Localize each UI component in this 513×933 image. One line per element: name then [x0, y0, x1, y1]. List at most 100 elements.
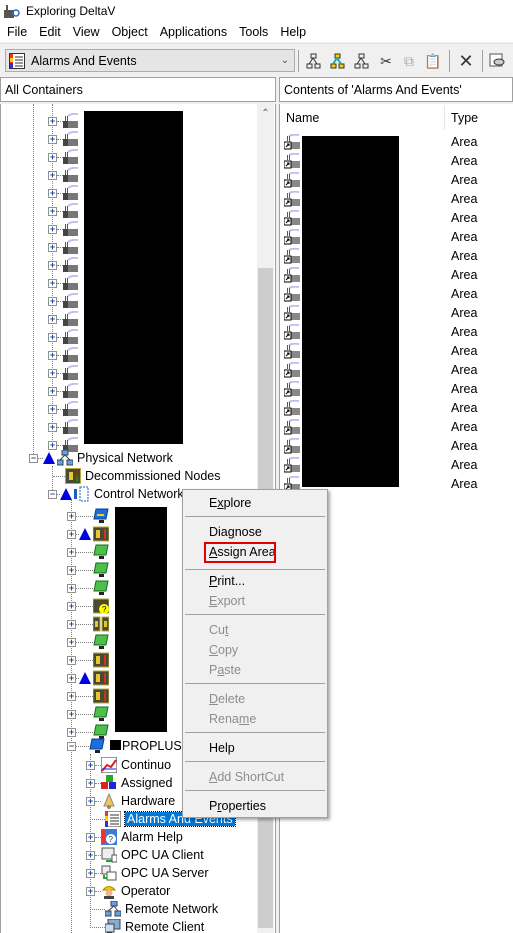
- expand-icon[interactable]: +: [86, 832, 95, 842]
- menu-item-export[interactable]: Export: [209, 592, 245, 610]
- expand-icon[interactable]: +: [67, 673, 76, 683]
- menu-file[interactable]: File: [0, 25, 33, 39]
- menu-edit[interactable]: Edit: [33, 25, 67, 39]
- expand-icon[interactable]: +: [48, 368, 57, 378]
- location-combo[interactable]: Alarms And Events ⌄: [5, 49, 295, 72]
- expand-icon[interactable]: +: [86, 850, 95, 860]
- tree-item-node[interactable]: +: [67, 525, 110, 543]
- tree-item-area[interactable]: +: [48, 328, 79, 346]
- collapse-icon[interactable]: −: [29, 453, 38, 463]
- tree-item-area[interactable]: +: [48, 400, 79, 418]
- tree-item-area[interactable]: +: [48, 130, 79, 148]
- expand-icon[interactable]: +: [48, 188, 57, 198]
- tree-item-node[interactable]: +: [67, 507, 109, 525]
- tree-item-physical-network[interactable]: − Physical Network: [29, 449, 173, 467]
- tree-item-remote-network[interactable]: Remote Network: [86, 900, 218, 918]
- tree-item-node[interactable]: +: [67, 633, 109, 651]
- tree-item-continuo[interactable]: + Continuo: [86, 756, 171, 774]
- tree-item-area[interactable]: +: [48, 256, 79, 274]
- tree-item-operator[interactable]: + Operator: [86, 882, 170, 900]
- expand-icon[interactable]: +: [48, 386, 57, 396]
- menu-object[interactable]: Object: [106, 25, 154, 39]
- scroll-up-arrow-icon[interactable]: ⌃: [257, 108, 274, 119]
- tree-item-area[interactable]: +: [48, 148, 79, 166]
- menu-applications[interactable]: Applications: [154, 25, 233, 39]
- delete-icon[interactable]: ✕: [456, 51, 476, 71]
- expand-icon[interactable]: +: [86, 886, 95, 896]
- copy-icon[interactable]: ⧉: [399, 51, 419, 71]
- expand-icon[interactable]: +: [48, 242, 57, 252]
- tree-item-node[interactable]: +: [67, 687, 110, 705]
- tree-item-node[interactable]: +?: [67, 597, 110, 615]
- tree-item-node[interactable]: +: [67, 651, 110, 669]
- expand-icon[interactable]: +: [48, 116, 57, 126]
- menu-help[interactable]: Help: [274, 25, 312, 39]
- tree-item-node[interactable]: +: [67, 543, 109, 561]
- tree-item-opc-ua-client[interactable]: + OPC UA Client: [86, 846, 204, 864]
- expand-icon[interactable]: +: [48, 314, 57, 324]
- expand-icon[interactable]: +: [67, 637, 76, 647]
- tree-item-assigned[interactable]: + Assigned: [86, 774, 172, 792]
- tree-item-node[interactable]: +: [67, 705, 109, 723]
- expand-icon[interactable]: +: [67, 691, 76, 701]
- tree-item-hardware[interactable]: + Hardware: [86, 792, 175, 810]
- expand-icon[interactable]: +: [48, 206, 57, 216]
- tree-item-area[interactable]: +: [48, 166, 79, 184]
- expand-icon[interactable]: +: [67, 655, 76, 665]
- expand-icon[interactable]: +: [67, 709, 76, 719]
- tree-item-decommissioned-nodes[interactable]: Decommissioned Nodes: [53, 467, 220, 485]
- menu-item-add-shortcut[interactable]: Add ShortCut: [209, 768, 284, 786]
- column-header-type[interactable]: Type: [451, 108, 478, 128]
- tree-item-node[interactable]: +: [67, 561, 109, 579]
- expand-icon[interactable]: +: [48, 260, 57, 270]
- menu-item-help[interactable]: Help: [209, 739, 235, 757]
- expand-icon[interactable]: +: [67, 583, 76, 593]
- tree-item-opc-ua-server[interactable]: + OPC UA Server: [86, 864, 209, 882]
- menu-item-paste[interactable]: Pa ste: [209, 661, 241, 679]
- menu-tools[interactable]: Tools: [233, 25, 274, 39]
- expand-icon[interactable]: +: [67, 547, 76, 557]
- tree-item-area[interactable]: +: [48, 220, 79, 238]
- expand-icon[interactable]: +: [48, 296, 57, 306]
- expand-icon[interactable]: +: [48, 422, 57, 432]
- tree-item-area[interactable]: +: [48, 202, 79, 220]
- menu-item-copy[interactable]: Copy: [209, 641, 238, 659]
- expand-icon[interactable]: +: [48, 404, 57, 414]
- expand-icon[interactable]: +: [67, 601, 76, 611]
- tree-item-area[interactable]: +: [48, 310, 79, 328]
- paste-icon[interactable]: 📋: [423, 51, 443, 71]
- expand-icon[interactable]: +: [48, 134, 57, 144]
- tree-item-area[interactable]: +: [48, 418, 79, 436]
- chevron-down-icon[interactable]: ⌄: [276, 55, 294, 66]
- expand-icon[interactable]: +: [67, 565, 76, 575]
- tree-item-node[interactable]: +: [67, 669, 110, 687]
- column-header-name[interactable]: Name: [286, 108, 319, 128]
- tree-item-area[interactable]: +: [48, 292, 79, 310]
- expand-icon[interactable]: +: [67, 529, 76, 539]
- properties-icon[interactable]: [487, 51, 507, 71]
- expand-icon[interactable]: +: [48, 278, 57, 288]
- menu-item-properties[interactable]: Pr operties: [209, 797, 266, 815]
- tree-item-area[interactable]: +: [48, 382, 79, 400]
- expand-icon[interactable]: +: [48, 224, 57, 234]
- tree-item-proplus[interactable]: − PROPLUS: [67, 737, 182, 755]
- tree-item-control-network[interactable]: − Control Network: [48, 485, 184, 503]
- expand-icon[interactable]: +: [48, 332, 57, 342]
- tree-item-node[interactable]: +: [67, 615, 110, 633]
- assign-network-icon[interactable]: [328, 51, 348, 71]
- tree-item-area[interactable]: +: [48, 274, 79, 292]
- cut-icon[interactable]: ✂: [376, 51, 396, 71]
- expand-icon[interactable]: +: [86, 778, 95, 788]
- menu-item-rename[interactable]: Rena m e: [209, 710, 256, 728]
- menu-item-diagnose[interactable]: Dia g nose: [209, 523, 262, 541]
- expand-icon[interactable]: +: [67, 619, 76, 629]
- tree-item-alarm-help[interactable]: +? Alarm Help: [86, 828, 183, 846]
- tree-item-area[interactable]: +: [48, 112, 79, 130]
- tree-item-area[interactable]: +: [48, 364, 79, 382]
- expand-icon[interactable]: +: [48, 170, 57, 180]
- menu-item-explore[interactable]: Ex plore: [209, 494, 251, 512]
- tree-item-area[interactable]: +: [48, 184, 79, 202]
- column-divider[interactable]: [444, 106, 445, 130]
- link-network-icon[interactable]: [352, 51, 372, 71]
- menu-item-delete[interactable]: Delete: [209, 690, 245, 708]
